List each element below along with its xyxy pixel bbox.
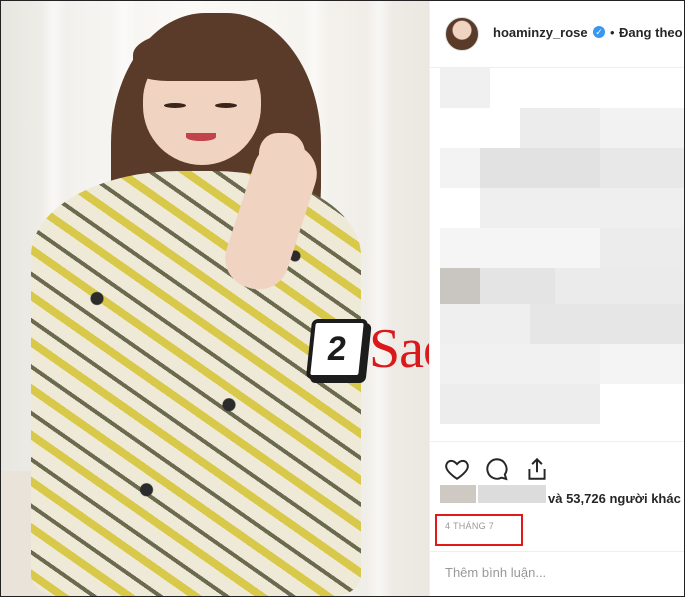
eye xyxy=(164,103,186,108)
verified-icon: ✓ xyxy=(593,26,605,38)
post-side-panel: hoaminzy_rose ✓ • Đang theo và 53,726 ng… xyxy=(429,1,684,596)
hand xyxy=(259,133,305,183)
post-date[interactable]: 4 THÁNG 7 xyxy=(445,521,494,531)
separator-dot: • xyxy=(610,25,615,40)
heart-icon[interactable] xyxy=(444,456,470,482)
likes-count[interactable]: và 53,726 người khác xyxy=(548,491,681,506)
instagram-post-frame: 2 Sao hoaminzy_rose ✓ • Đang theo và 53,… xyxy=(0,0,685,597)
comment-icon[interactable] xyxy=(484,456,510,482)
curtain-fold xyxy=(366,1,392,596)
watermark-number: 2 xyxy=(305,319,369,379)
post-photo[interactable] xyxy=(1,1,429,596)
username-link[interactable]: hoaminzy_rose xyxy=(493,25,588,40)
blurred-comments xyxy=(430,68,684,441)
post-actions: và 53,726 người khác 4 THÁNG 7 xyxy=(430,441,684,552)
avatar[interactable] xyxy=(445,17,479,51)
eye xyxy=(215,103,237,108)
liker-avatar-blurred xyxy=(440,485,476,503)
liker-name-blurred xyxy=(478,485,546,503)
post-header: hoaminzy_rose ✓ • Đang theo xyxy=(430,1,684,68)
comment-bar: Thêm bình luận... xyxy=(430,551,684,596)
comment-input[interactable]: Thêm bình luận... xyxy=(445,565,546,580)
dress xyxy=(31,171,361,596)
following-button[interactable]: Đang theo xyxy=(619,25,683,40)
mouth xyxy=(186,133,216,141)
bangs xyxy=(133,29,273,81)
share-icon[interactable] xyxy=(524,456,550,482)
